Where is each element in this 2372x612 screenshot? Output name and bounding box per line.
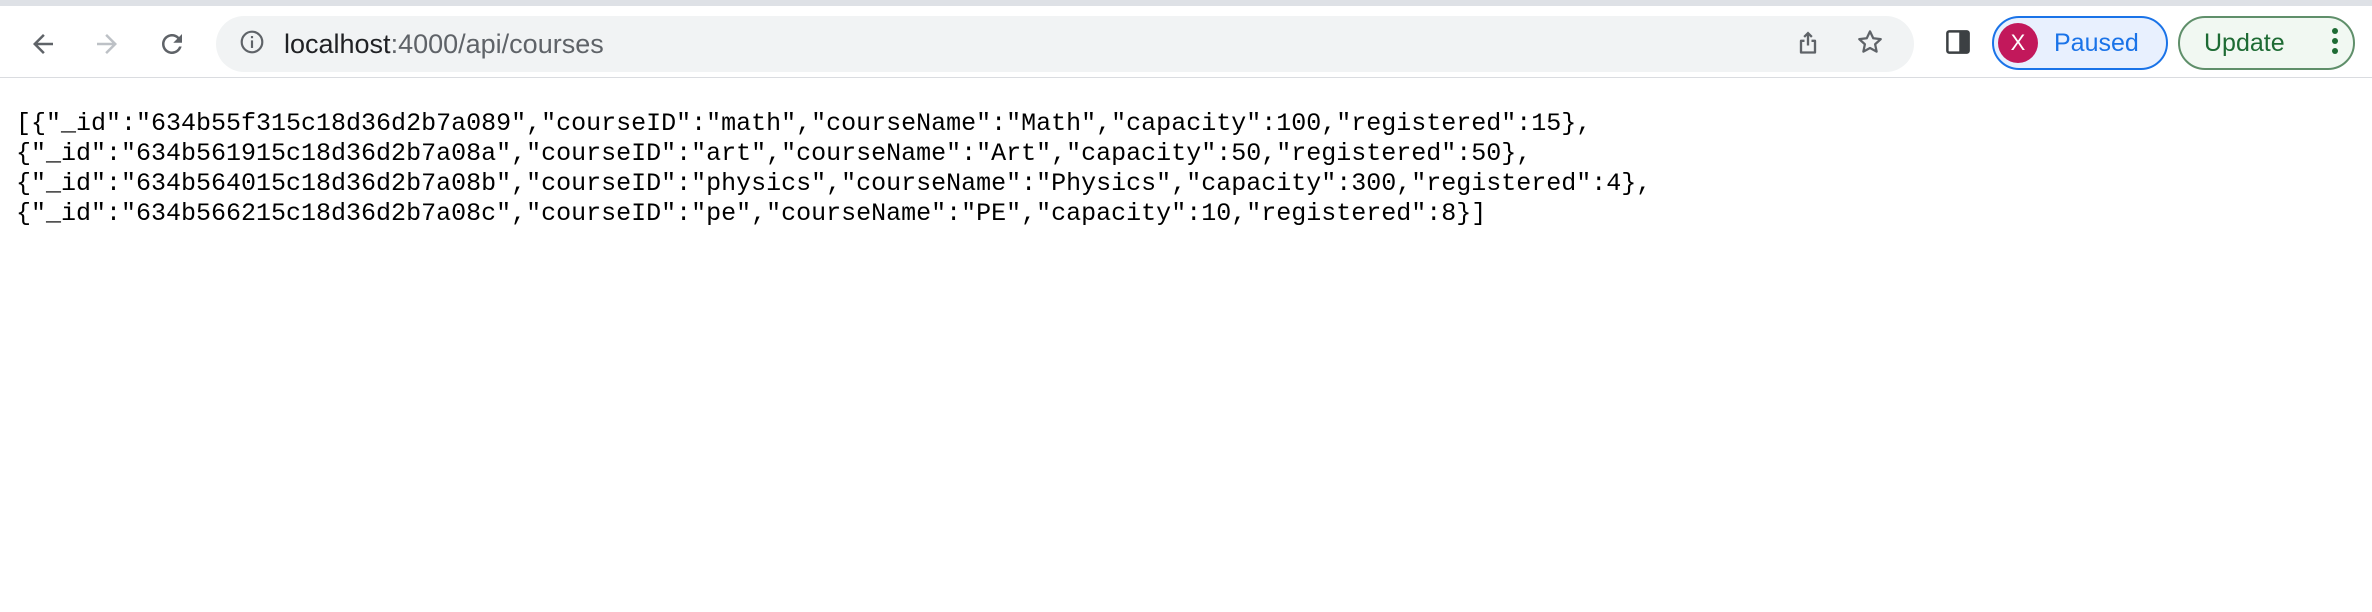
json-line: {"_id":"634b564015c18d36d2b7a08b","cours… — [16, 169, 1652, 198]
bookmark-button[interactable] — [1852, 26, 1888, 62]
forward-button[interactable] — [85, 22, 129, 66]
avatar: X — [1998, 23, 2038, 63]
update-label: Update — [2204, 29, 2285, 57]
info-icon — [239, 29, 265, 60]
url-text[interactable]: localhost:4000/api/courses — [284, 16, 604, 72]
url-path: :4000/api/courses — [390, 29, 604, 59]
page-content: [{"_id":"634b55f315c18d36d2b7a089","cour… — [0, 79, 2372, 612]
arrow-left-icon — [28, 29, 58, 59]
browser-window: localhost:4000/api/courses X Paused Upda… — [0, 0, 2372, 612]
update-button[interactable]: Update — [2178, 16, 2355, 70]
json-line: {"_id":"634b561915c18d36d2b7a08a","cours… — [16, 139, 1532, 168]
share-button[interactable] — [1790, 26, 1826, 62]
site-info-button[interactable] — [234, 26, 270, 62]
profile-button[interactable]: X Paused — [1992, 16, 2168, 70]
arrow-right-icon — [92, 29, 122, 59]
browser-menu-button[interactable] — [2320, 25, 2350, 61]
kebab-menu-icon — [2330, 26, 2340, 61]
star-icon — [1855, 27, 1885, 62]
json-response: [{"_id":"634b55f315c18d36d2b7a089","cour… — [16, 109, 1651, 229]
url-host: localhost — [284, 29, 391, 59]
back-button[interactable] — [21, 22, 65, 66]
profile-status-label: Paused — [2054, 29, 2139, 57]
address-bar[interactable]: localhost:4000/api/courses — [216, 16, 1914, 72]
json-line: {"_id":"634b566215c18d36d2b7a08c","cours… — [16, 199, 1487, 228]
browser-toolbar: localhost:4000/api/courses X Paused Upda… — [0, 6, 2372, 78]
side-panel-button[interactable] — [1938, 24, 1978, 64]
reload-icon — [157, 29, 187, 59]
side-panel-icon — [1943, 27, 1973, 62]
json-line: [{"_id":"634b55f315c18d36d2b7a089","cour… — [16, 109, 1592, 138]
reload-button[interactable] — [150, 22, 194, 66]
share-icon — [1794, 28, 1822, 61]
